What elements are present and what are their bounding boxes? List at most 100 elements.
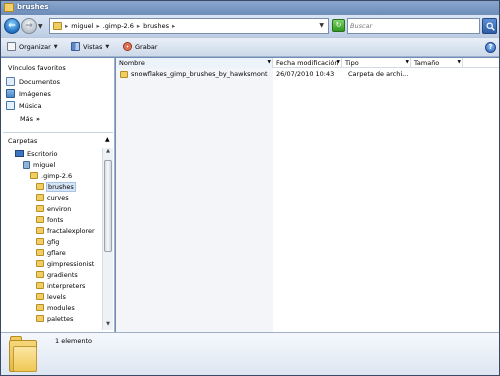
breadcrumb-separator[interactable]: ▸ <box>172 22 175 30</box>
folder-icon <box>36 183 44 190</box>
search-box[interactable] <box>347 18 480 34</box>
favorite-imagenes[interactable]: Imágenes <box>6 89 51 98</box>
organize-icon <box>7 42 16 51</box>
tree-item-fonts[interactable]: fonts <box>36 214 63 225</box>
command-bar: Organizar ▼ Vistas ▼ Grabar ? <box>1 37 499 57</box>
favorite-documentos[interactable]: Documentos <box>6 77 60 86</box>
tree-item-brushes[interactable]: brushes <box>36 181 76 192</box>
tree-item-levels[interactable]: levels <box>36 291 66 302</box>
more-link[interactable]: Más» <box>20 115 40 123</box>
tree-item-label: .gimp-2.6 <box>41 171 73 180</box>
breadcrumb-separator[interactable]: ▸ <box>137 22 140 30</box>
folder-icon <box>36 315 44 322</box>
folder-tree-scrollbar[interactable]: ▲ ▼ <box>102 148 113 330</box>
tree-item-environ[interactable]: environ <box>36 203 71 214</box>
chevron-down-icon[interactable]: ▼ <box>458 58 461 68</box>
history-dropdown-icon[interactable]: ▼ <box>38 23 43 30</box>
refresh-button[interactable]: ↻ <box>332 19 345 32</box>
tree-item-palettes[interactable]: palettes <box>36 313 73 324</box>
user-folder-icon <box>23 160 30 169</box>
column-header-type[interactable]: Tipo ▼ <box>342 58 411 68</box>
tree-item-label: gfig <box>47 237 60 246</box>
tree-item-label: modules <box>47 303 75 312</box>
tree-item-label: miguel <box>33 160 56 169</box>
tree-item-label: curves <box>47 193 69 202</box>
organizar-button[interactable]: Organizar ▼ <box>7 42 58 51</box>
chevron-down-icon: ▼ <box>105 43 110 50</box>
folder-icon <box>120 70 128 78</box>
tree-item-curves[interactable]: curves <box>36 192 69 203</box>
breadcrumb-separator[interactable]: ▸ <box>65 22 68 30</box>
documents-icon <box>6 77 15 86</box>
tree-item-label: environ <box>47 204 72 213</box>
favorite-label: Música <box>19 101 42 110</box>
tree-item-label: interpreters <box>47 281 86 290</box>
column-header-date[interactable]: Fecha modificación ▼ <box>273 58 342 68</box>
scroll-down-arrow-icon[interactable]: ▼ <box>103 321 113 330</box>
vistas-label: Vistas <box>83 42 103 51</box>
tree-item-modules[interactable]: modules <box>36 302 75 313</box>
breadcrumb-miguel[interactable]: miguel <box>71 22 93 30</box>
breadcrumb: ▸ miguel ▸ .gimp-2.6 ▸ brushes ▸ <box>65 22 175 30</box>
arrow-right-icon: → <box>25 21 33 31</box>
tree-item-label: gflare <box>47 248 66 257</box>
tree-item-gradients[interactable]: gradients <box>36 269 78 280</box>
search-input[interactable] <box>350 20 478 32</box>
tree-item-fractalexplorer[interactable]: fractalexplorer <box>36 225 95 236</box>
folders-heading[interactable]: Carpetas <box>8 137 37 145</box>
column-header-label: Tipo <box>345 59 359 67</box>
favorites-heading: Vínculos favoritos <box>8 64 66 72</box>
folder-icon <box>36 304 44 311</box>
tree-item-miguel[interactable]: miguel <box>23 159 55 170</box>
file-name-cell: snowflakes_gimp_brushes_by_hawksmont <box>120 69 268 79</box>
tree-item-gimpressionist[interactable]: gimpressionist <box>36 258 94 269</box>
chevron-down-icon[interactable]: ▼ <box>268 58 271 68</box>
tree-item-gflare[interactable]: gflare <box>36 247 66 258</box>
tree-item-label: fractalexplorer <box>47 226 95 235</box>
folder-icon <box>36 227 44 234</box>
desktop-icon <box>15 150 24 157</box>
file-date: 26/07/2010 10:43 <box>276 70 335 78</box>
help-button[interactable]: ? <box>485 42 496 53</box>
column-header-label: Fecha modificación <box>276 59 339 67</box>
tree-item-label: brushes <box>46 181 76 192</box>
tree-item-interpreters[interactable]: interpreters <box>36 280 85 291</box>
folder-icon <box>30 172 38 179</box>
chevron-down-icon[interactable]: ▼ <box>406 58 409 68</box>
breadcrumb-separator[interactable]: ▸ <box>96 22 99 30</box>
back-button[interactable]: ← <box>4 18 20 34</box>
explorer-window: brushes ← → ▼ ▸ miguel ▸ .gimp-2.6 ▸ bru… <box>0 0 500 376</box>
favorite-musica[interactable]: Música <box>6 101 41 110</box>
search-button[interactable] <box>482 18 497 34</box>
grabar-button[interactable]: Grabar <box>123 42 157 51</box>
tree-item-label: palettes <box>47 314 74 323</box>
window-title: brushes <box>17 3 49 11</box>
column-header-name[interactable]: Nombre ▼ <box>116 58 273 68</box>
file-type: Carpeta de archi... <box>348 70 409 78</box>
forward-button[interactable]: → <box>21 18 37 34</box>
breadcrumb-brushes[interactable]: brushes <box>143 22 169 30</box>
scroll-up-arrow-icon[interactable]: ▲ <box>103 148 113 157</box>
chevron-down-icon[interactable]: ▼ <box>319 22 324 29</box>
item-count: 1 elemento <box>55 337 92 345</box>
column-header-size[interactable]: Tamaño ▼ <box>411 58 463 68</box>
tree-item-gimp[interactable]: .gimp-2.6 <box>30 170 72 181</box>
tree-item-label: gradients <box>47 270 78 279</box>
chevron-up-icon[interactable]: ▲ <box>105 136 110 143</box>
burn-disc-icon <box>123 42 132 51</box>
tree-item-gfig[interactable]: gfig <box>36 236 59 247</box>
folder-icon <box>36 205 44 212</box>
pictures-icon <box>6 89 15 98</box>
help-icon: ? <box>488 43 493 51</box>
title-bar[interactable]: brushes <box>1 1 499 15</box>
search-icon <box>486 22 495 31</box>
address-bar[interactable]: ▸ miguel ▸ .gimp-2.6 ▸ brushes ▸ ▼ <box>49 18 329 34</box>
chevron-down-icon[interactable]: ▼ <box>337 58 340 68</box>
table-row[interactable]: snowflakes_gimp_brushes_by_hawksmont 26/… <box>116 69 499 79</box>
scrollbar-thumb[interactable] <box>104 160 112 252</box>
folder-icon <box>36 271 44 278</box>
vistas-button[interactable]: Vistas ▼ <box>71 42 109 51</box>
folder-icon <box>36 282 44 289</box>
breadcrumb-gimp[interactable]: .gimp-2.6 <box>103 22 134 30</box>
tree-item-escritorio[interactable]: Escritorio <box>15 148 58 159</box>
